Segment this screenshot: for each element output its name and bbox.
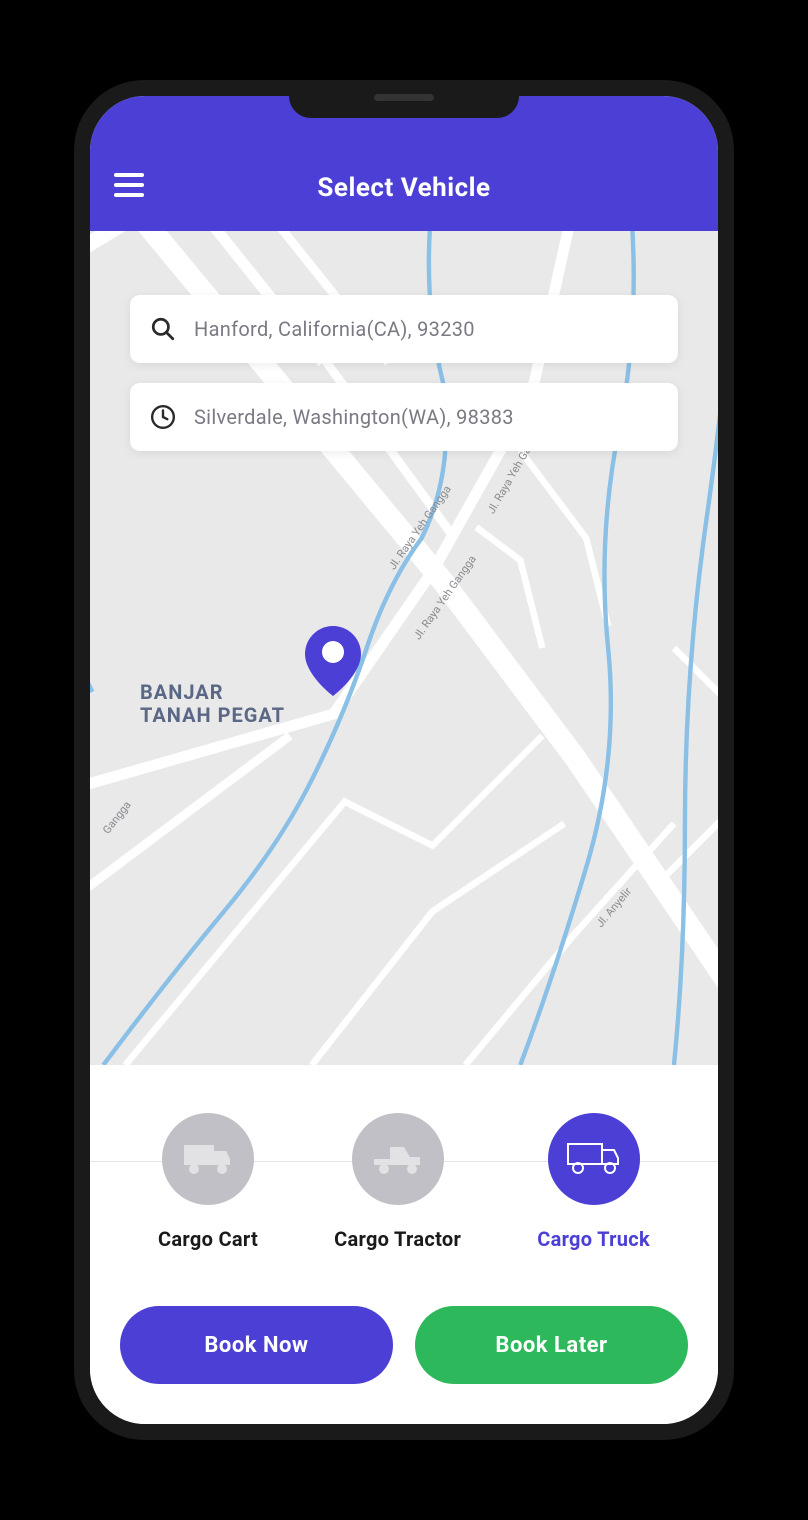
book-now-button[interactable]: Book Now (120, 1306, 393, 1384)
vehicle-option-cargo-cart[interactable]: Cargo Cart (158, 1113, 258, 1251)
vehicle-option-cargo-truck[interactable]: Cargo Truck (537, 1113, 650, 1251)
action-buttons: Book Now Book Later (120, 1306, 688, 1384)
vehicle-icon-circle (162, 1113, 254, 1205)
map-place-label: BANJAR TANAH PEGAT (140, 681, 285, 727)
phone-frame: Select Vehicle (74, 80, 734, 1440)
destination-input[interactable]: Silverdale, Washington(WA), 98383 (130, 383, 678, 451)
page-title: Select Vehicle (118, 173, 690, 203)
hamburger-icon (114, 173, 144, 177)
vehicle-option-cargo-tractor[interactable]: Cargo Tractor (334, 1113, 461, 1251)
phone-notch (289, 80, 519, 118)
destination-text: Silverdale, Washington(WA), 98383 (194, 405, 514, 429)
vehicle-label: Cargo Truck (537, 1227, 650, 1251)
pickup-icon (370, 1139, 426, 1179)
origin-input[interactable]: Hanford, California(CA), 93230 (130, 295, 678, 363)
book-later-button[interactable]: Book Later (415, 1306, 688, 1384)
menu-button[interactable] (114, 173, 150, 201)
phone-screen-container: Select Vehicle (90, 96, 718, 1424)
cargo-truck-icon (564, 1138, 624, 1180)
clock-icon (150, 404, 176, 430)
vehicle-icon-circle (352, 1113, 444, 1205)
truck-icon (180, 1139, 236, 1179)
vehicle-icon-circle (548, 1113, 640, 1205)
origin-text: Hanford, California(CA), 93230 (194, 317, 475, 341)
map-view[interactable]: BANJAR TANAH PEGAT Jl. Raya Yeh Gangga J… (90, 231, 718, 1065)
vehicle-label: Cargo Cart (158, 1227, 258, 1251)
app-screen: Select Vehicle (90, 96, 718, 1424)
map-place-label-line2: TANAH PEGAT (140, 703, 285, 727)
search-icon (150, 316, 176, 342)
location-pin-icon[interactable] (305, 626, 361, 696)
map-place-label-line1: BANJAR (140, 680, 224, 704)
vehicle-selector: Cargo Cart Cargo Tractor (120, 1113, 688, 1251)
vehicle-label: Cargo Tractor (334, 1227, 461, 1251)
bottom-panel: Cargo Cart Cargo Tractor (90, 1065, 718, 1424)
